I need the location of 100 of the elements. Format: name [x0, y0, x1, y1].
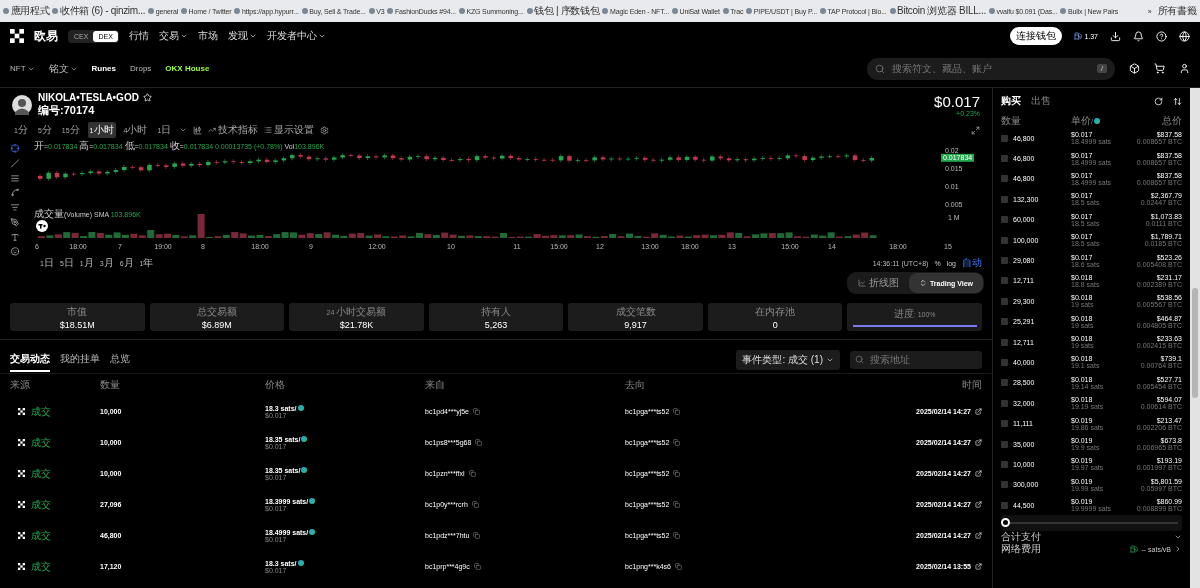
order-tab[interactable]: 购买	[1001, 94, 1021, 108]
site-icon	[722, 8, 729, 14]
checkbox[interactable]	[1001, 399, 1008, 407]
copy-icon[interactable]	[673, 532, 681, 539]
checkbox[interactable]	[1001, 420, 1008, 428]
order-tab[interactable]: 出售	[1031, 94, 1051, 108]
checkbox[interactable]	[1001, 155, 1008, 163]
globe-icon	[1179, 30, 1190, 42]
copy-icon[interactable]	[473, 408, 480, 415]
checkbox[interactable]	[1001, 501, 1008, 509]
external-link-icon[interactable]	[975, 563, 982, 570]
connect-wallet-button[interactable]: 连接钱包	[1010, 27, 1063, 45]
copy-icon[interactable]	[673, 470, 681, 477]
line-tool-icon	[10, 158, 20, 168]
stat-label: 市值	[67, 304, 88, 319]
checkbox[interactable]	[1001, 236, 1008, 244]
avatar-icon	[12, 95, 32, 115]
checkbox[interactable]	[1001, 297, 1008, 305]
external-link-icon[interactable]	[975, 501, 982, 508]
activity-tab[interactable]: 总览	[110, 347, 130, 372]
nav-menu-item[interactable]: 交易	[158, 29, 188, 43]
checkbox[interactable]	[1001, 460, 1008, 468]
external-link-icon[interactable]	[975, 408, 982, 415]
address-search-field[interactable]: 搜索地址	[850, 350, 982, 369]
checkbox[interactable]	[1001, 338, 1008, 346]
smiley-icon	[10, 247, 20, 256]
checkbox[interactable]	[1001, 318, 1008, 326]
checkbox[interactable]	[1001, 216, 1008, 224]
copy-icon[interactable]	[471, 501, 479, 508]
network-fee-label: 网络费用	[1001, 542, 1041, 557]
checkbox[interactable]	[1001, 195, 1008, 203]
checkbox[interactable]	[1001, 277, 1008, 285]
refresh-icon	[1154, 96, 1163, 106]
copy-icon[interactable]	[468, 470, 476, 477]
site-icon	[988, 8, 995, 14]
external-link-icon[interactable]	[975, 532, 982, 539]
site-icon	[889, 8, 896, 14]
column-header: 来自	[425, 378, 446, 392]
checkbox[interactable]	[1001, 359, 1008, 366]
activity-tab[interactable]: 交易动态	[10, 347, 50, 372]
site-icon	[820, 8, 826, 14]
column-header: 数量	[1001, 114, 1022, 128]
checkbox[interactable]	[1001, 440, 1008, 448]
address-search-input[interactable]: 搜索地址	[868, 353, 977, 366]
category-tab[interactable]: OKX House	[165, 64, 210, 73]
checkbox[interactable]	[1001, 379, 1008, 387]
nav-menu-item[interactable]: 市场	[197, 29, 218, 43]
token-price: $0.017	[934, 93, 980, 110]
site-icon	[181, 8, 188, 14]
crosshair-icon	[10, 144, 20, 153]
copy-icon[interactable]	[473, 532, 481, 539]
bookmark[interactable]: Bitcoin 浏览器 BILL...	[889, 4, 986, 18]
copy-icon[interactable]	[674, 563, 682, 570]
coin-icon	[1093, 118, 1100, 124]
caret-icon	[179, 126, 188, 134]
bookmark[interactable]: 應用程式	[3, 4, 50, 18]
slider-thumb[interactable]	[1001, 518, 1010, 528]
nav-menu-item[interactable]: 开发者中心	[266, 29, 326, 43]
category-tab[interactable]: 铭文	[48, 61, 78, 76]
cube-icon	[1129, 63, 1140, 74]
search-input[interactable]: 搜索符文、藏品、账户	[890, 62, 1093, 75]
activity-tab[interactable]: 我的挂单	[60, 347, 100, 372]
coin-icon	[309, 529, 316, 535]
external-link-icon[interactable]	[975, 439, 982, 446]
checkbox[interactable]	[1001, 134, 1008, 142]
chevron-right-icon[interactable]	[1174, 545, 1182, 554]
checkbox[interactable]	[1001, 175, 1008, 183]
curve-icon	[10, 188, 20, 197]
copy-icon[interactable]	[673, 408, 681, 415]
bell-icon	[1133, 30, 1144, 42]
category-tab[interactable]: NFT	[10, 64, 35, 73]
copy-icon[interactable]	[475, 439, 483, 446]
marketplace-logo-icon	[18, 439, 25, 446]
all-bookmarks[interactable]: 所有書籤	[1157, 4, 1197, 18]
chart-type-option[interactable]: 折线图	[847, 273, 909, 293]
checkbox[interactable]	[1001, 481, 1008, 489]
nav-menu-item[interactable]: 发现	[227, 29, 257, 43]
stat-value: 5,263	[484, 319, 508, 330]
bookmark[interactable]: 收件箱 (6) - qinzim...	[52, 4, 146, 18]
site-icon	[526, 8, 533, 14]
event-type: 成交	[31, 497, 51, 512]
checkbox[interactable]	[1001, 257, 1008, 265]
copy-icon[interactable]	[473, 563, 481, 570]
category-tab[interactable]: Drops	[130, 64, 152, 73]
quantity-slider[interactable]	[1001, 515, 1182, 532]
favorite-star-icon[interactable]	[142, 93, 152, 102]
external-link-icon[interactable]	[975, 470, 982, 477]
event-type-dropdown[interactable]: 事件类型: 成交 (1)	[736, 349, 840, 370]
site-icon	[387, 8, 394, 14]
token-name: NIKOLA•TESLA•GOD	[38, 92, 139, 103]
scrollbar[interactable]	[1190, 88, 1200, 588]
display-settings-button[interactable]: 显示设置	[264, 123, 315, 137]
nav-menu-item[interactable]: 行情	[128, 29, 149, 43]
copy-icon[interactable]	[673, 501, 681, 508]
bookmark[interactable]: 钱包 | 序数钱包	[526, 4, 600, 18]
scale-option[interactable]: 自动	[962, 256, 982, 270]
category-tab[interactable]: Runes	[91, 64, 116, 73]
copy-icon[interactable]	[673, 439, 681, 446]
logo-icon	[10, 29, 24, 43]
indicators-button[interactable]: 技术指标	[208, 123, 259, 137]
